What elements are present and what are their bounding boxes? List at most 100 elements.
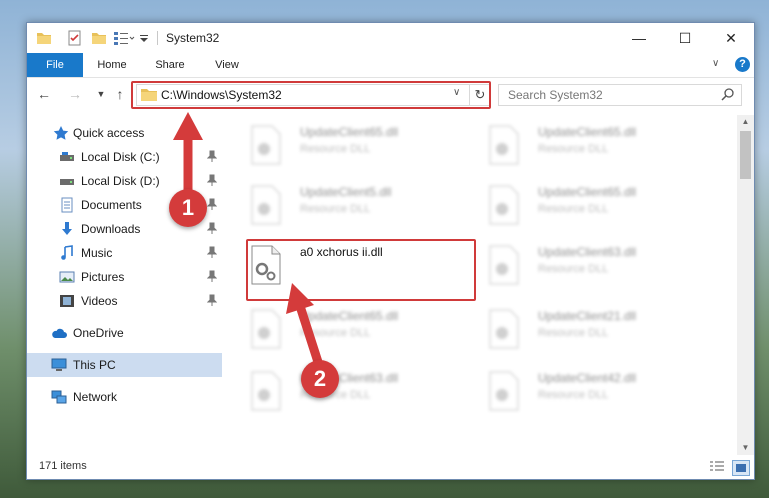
pin-icon[interactable] [207, 222, 217, 234]
file-type: Resource DLL [538, 327, 609, 339]
search-icon[interactable] [721, 87, 735, 101]
file-name: UpdateClient65.dll [300, 309, 399, 323]
file-name: UpdateClient65.dll [538, 185, 637, 199]
back-button[interactable]: ← [36, 86, 52, 102]
pin-icon[interactable] [207, 198, 217, 210]
tab-share[interactable]: Share [145, 53, 195, 77]
window-title: System32 [166, 31, 220, 45]
tab-file[interactable]: File [27, 53, 83, 77]
title-separator [157, 31, 158, 45]
sidebar-item-music[interactable]: Music [27, 241, 222, 265]
sidebar-item-pictures[interactable]: Pictures [27, 265, 222, 289]
pin-icon[interactable] [207, 174, 217, 186]
dll-file-icon [489, 371, 519, 411]
sidebar-item-this-pc[interactable]: This PC [27, 353, 222, 377]
list-item[interactable]: UpdateClient65.dll Resource DLL [482, 181, 702, 233]
sidebar-item-label: Network [73, 390, 118, 404]
customize-toolbar-icon[interactable] [139, 30, 149, 46]
large-icons-view-icon[interactable] [732, 460, 750, 476]
list-item[interactable]: UpdateClient21.dll Resource DLL [482, 305, 702, 357]
documents-icon [61, 197, 73, 213]
sidebar-item-label: Quick access [73, 126, 145, 140]
dll-file-icon [251, 125, 281, 165]
dll-file-icon [489, 185, 519, 225]
sidebar-item-label: Videos [81, 294, 118, 308]
sidebar-item-quick-access[interactable]: Quick access [27, 121, 222, 145]
dll-file-icon [251, 371, 281, 411]
computer-icon [51, 358, 67, 371]
file-name: UpdateClient63.dll [538, 245, 637, 259]
dll-file-icon [251, 309, 281, 349]
drive-icon [60, 152, 74, 161]
list-item[interactable]: UpdateClient65.dll Resource DLL [482, 121, 702, 173]
scroll-down-button[interactable]: ▼ [737, 441, 754, 455]
explorer-window: System32 — ☐ ✕ File Home Share View ∨ ? … [26, 22, 755, 480]
minimize-button[interactable]: — [616, 23, 662, 53]
sidebar-item-label: OneDrive [73, 326, 124, 340]
navigation-pane: Quick access Local Disk (C:) Local Disk … [27, 115, 222, 455]
maximize-button[interactable]: ☐ [662, 23, 708, 53]
file-type: Resource DLL [538, 389, 609, 401]
sidebar-item-videos[interactable]: Videos [27, 289, 222, 313]
sidebar-item-label: Local Disk (C:) [81, 150, 160, 164]
dll-file-icon [489, 245, 519, 285]
music-icon [61, 245, 73, 260]
file-type: Resource DLL [538, 143, 609, 155]
properties-icon[interactable] [67, 30, 83, 46]
file-name: UpdateClient65.dll [300, 125, 399, 139]
sidebar-item-label: Downloads [81, 222, 141, 236]
vertical-scrollbar[interactable]: ▲ ▼ [737, 115, 754, 455]
pin-icon[interactable] [207, 150, 217, 162]
pictures-icon [59, 271, 75, 283]
step-badge-1: 1 [169, 189, 207, 227]
list-item[interactable]: UpdateClient42.dll Resource DLL [482, 367, 702, 419]
file-highlight-box [246, 239, 476, 301]
navigation-bar: ← → ▼ ↑ C:\Windows\System32 ∨ ↻ Search S… [27, 78, 754, 111]
scroll-up-button[interactable]: ▲ [737, 115, 754, 129]
tab-view[interactable]: View [204, 53, 250, 77]
tab-home[interactable]: Home [89, 53, 135, 77]
recent-locations-button[interactable]: ▼ [93, 86, 109, 102]
scroll-thumb[interactable] [740, 131, 751, 179]
sidebar-item-label: This PC [73, 358, 116, 372]
pin-icon[interactable] [207, 270, 217, 282]
up-button[interactable]: ↑ [112, 86, 128, 102]
star-icon [53, 126, 69, 140]
close-button[interactable]: ✕ [708, 23, 754, 53]
file-name: UpdateClient21.dll [538, 309, 637, 323]
list-item[interactable]: UpdateClient5.dll Resource DLL [244, 181, 464, 233]
address-highlight-box [131, 81, 491, 109]
item-count: 171 items [39, 460, 87, 472]
file-name: UpdateClient65.dll [538, 125, 637, 139]
title-bar: System32 — ☐ ✕ [27, 23, 754, 53]
search-box[interactable]: Search System32 [498, 84, 742, 106]
status-bar: 171 items [27, 455, 754, 479]
folder-icon[interactable] [36, 30, 52, 46]
dll-file-icon [489, 125, 519, 165]
search-input[interactable]: Search System32 [508, 88, 603, 102]
sidebar-item-label: Pictures [81, 270, 125, 284]
new-folder-icon[interactable] [91, 30, 107, 46]
step-badge-2: 2 [301, 360, 339, 398]
list-item[interactable]: UpdateClient63.dll Resource DLL [482, 241, 702, 293]
file-type: Resource DLL [538, 203, 609, 215]
pin-icon[interactable] [207, 294, 217, 306]
help-button[interactable]: ? [735, 57, 750, 72]
list-item[interactable]: UpdateClient65.dll Resource DLL [244, 305, 464, 357]
list-item[interactable]: UpdateClient63.dll Resource DLL [244, 367, 464, 419]
sidebar-item-local-disk-c[interactable]: Local Disk (C:) [27, 145, 222, 169]
ribbon: File Home Share View ∨ ? [27, 53, 754, 78]
dll-file-icon [489, 309, 519, 349]
details-view-icon[interactable] [709, 460, 725, 474]
network-icon [51, 390, 67, 404]
sidebar-item-label: Local Disk (D:) [81, 174, 160, 188]
view-toggle-icon[interactable] [113, 30, 135, 46]
pin-icon[interactable] [207, 246, 217, 258]
sidebar-item-label: Music [81, 246, 113, 260]
forward-button[interactable]: → [67, 86, 83, 102]
sidebar-item-network[interactable]: Network [27, 385, 222, 409]
sidebar-item-onedrive[interactable]: OneDrive [27, 321, 222, 345]
list-item[interactable]: UpdateClient65.dll Resource DLL [244, 121, 464, 173]
expand-ribbon-icon[interactable]: ∨ [712, 58, 719, 69]
sidebar-item-label: Documents [81, 198, 142, 212]
